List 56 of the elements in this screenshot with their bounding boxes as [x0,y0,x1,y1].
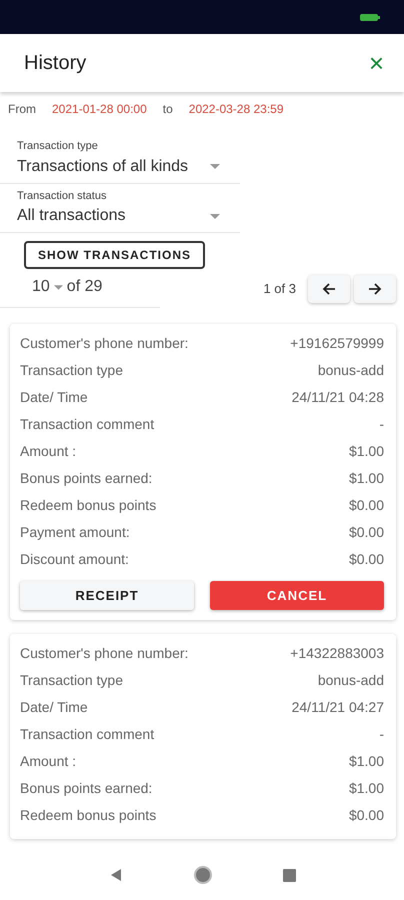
battery-icon [360,12,380,22]
close-button[interactable]: × [364,50,388,76]
left-arrow-icon [321,280,337,296]
caret-icon [210,214,220,218]
field-label: Transaction comment [20,725,154,744]
field-label: Payment amount: [20,523,130,542]
field-value: $1.00 [348,779,384,798]
dropdown-field[interactable]: Transaction status All transactions [0,184,240,233]
field-value: $0.00 [348,523,384,542]
to-date-link[interactable]: 2022-03-28 23:59 [188,100,284,118]
field-value: +19162579999 [290,334,384,353]
field-label: Amount : [20,442,76,461]
field-label: Date/ Time [20,698,88,717]
field-value: +14322883003 [290,644,384,663]
field-label: Bonus points earned: [20,469,152,488]
field-label: Amount : [20,752,76,771]
field-value: $1.00 [348,752,384,771]
home-icon[interactable] [192,865,212,885]
field-value: $0.00 [348,496,384,515]
from-label: From [8,101,36,118]
recents-icon[interactable] [282,868,296,882]
field-value: bonus-add [318,361,384,380]
field-value: $0.00 [348,550,384,569]
receipt-button[interactable]: RECEIPT [20,581,194,610]
field-value: - [379,725,384,744]
field-label: Redeem bonus points [20,496,156,515]
field-value: - [379,415,384,434]
caret-icon [54,284,63,290]
field-label: Redeem bonus points [20,806,156,825]
field-label: Transaction type [20,671,123,690]
field-label: Customer's phone number: [20,644,188,663]
previous-page-button[interactable] [308,274,350,302]
back-icon[interactable] [108,868,122,882]
to-label: to [162,101,173,118]
field-value: $0.00 [348,806,384,825]
field-value: 24/11/21 04:28 [292,388,384,407]
page-indicator: 1 of 3 [263,280,296,298]
caret-icon [210,164,220,169]
show-transactions-button[interactable]: SHOW TRANSACTIONS [24,241,205,269]
page-size-dropdown[interactable]: 10 of 29 [0,269,160,308]
field-label: Transaction type [20,361,123,380]
field-value: $1.00 [348,442,384,461]
cancel-button[interactable]: CANCEL [210,581,384,610]
field-label: Discount amount: [20,550,129,569]
right-arrow-icon [367,280,383,296]
field-label: Bonus points earned: [20,779,152,798]
field-label: Transaction comment [20,415,154,434]
from-date-link[interactable]: 2021-01-28 00:00 [52,100,147,118]
field-value: $1.00 [348,469,384,488]
page-title: History [24,51,86,75]
field-value: 24/11/21 04:27 [292,698,384,717]
field-label: Customer's phone number: [20,334,188,353]
dropdown-field[interactable]: Transaction type Transactions of all kinds [0,134,240,184]
field-value: bonus-add [318,671,384,690]
next-page-button[interactable] [354,274,396,302]
field-label: Date/ Time [20,388,88,407]
